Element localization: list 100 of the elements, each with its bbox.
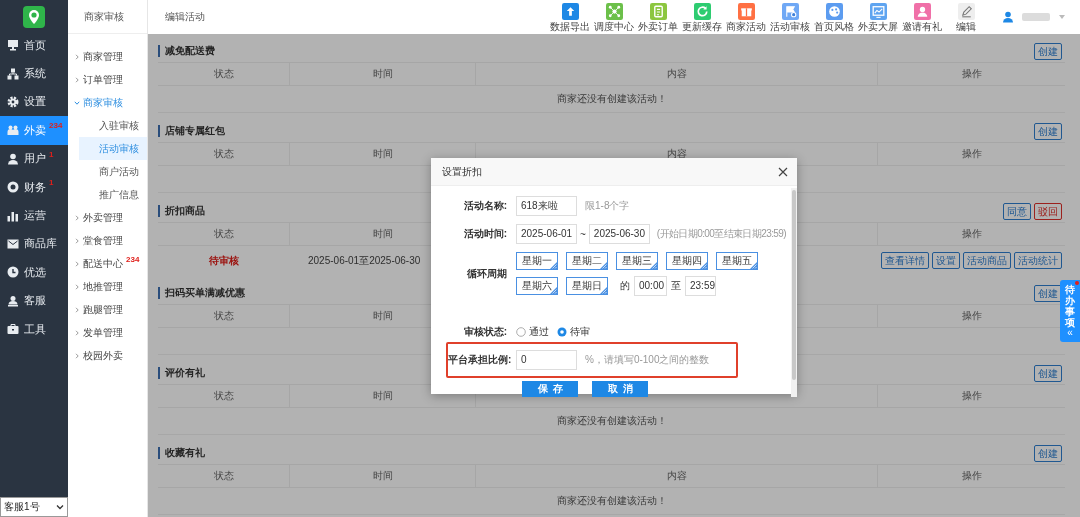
weekday-toggle[interactable]: 星期二 [566,252,608,270]
reject-button[interactable]: 驳回 [1034,202,1062,220]
column-header: 操作 [961,227,982,241]
section-title: 折扣商品 [158,205,205,217]
page-title: 编辑活动 [165,10,205,24]
menu-item[interactable]: 商家管理 [68,45,147,68]
menu-item[interactable]: 堂食管理 [68,229,147,252]
menu-item[interactable]: 地推管理 [68,275,147,298]
status-text: 待审核 [209,253,239,268]
action-button[interactable]: 创建 [1034,364,1062,382]
submenu-item[interactable]: 入驻审核 [79,114,147,137]
toolbar-button[interactable]: 更新缓存 [680,2,724,32]
people-icon [7,124,19,137]
range-separator: ~ [580,228,586,240]
submenu-item[interactable]: 商户活动 [79,160,147,183]
caret-icon [1058,14,1066,20]
sidebar-item[interactable]: 用户 1 [0,144,68,173]
settings-icon [7,95,19,108]
chevron-icon [74,53,80,60]
redacted-username [1022,13,1050,21]
action-button[interactable]: 查看详情 [881,252,929,269]
mail-icon [7,237,19,250]
weekday-toggle[interactable]: 星期一 [516,252,558,270]
menu-item[interactable]: 跑腿管理 [68,298,147,321]
chevron-icon [74,237,80,244]
toolbar-button[interactable]: 活动审核 [768,2,812,32]
menu-item[interactable]: 发单管理 [68,321,147,344]
input-field[interactable]: 00:00 [634,276,667,296]
action-button[interactable]: 活动统计 [1014,252,1062,269]
input-field[interactable]: 618来啦 [516,196,577,216]
account-select[interactable]: 客服1号 [0,497,68,517]
chevron-icon [74,260,80,267]
menu-item[interactable]: 配送中心 234 [68,252,147,275]
column-header: 操作 [961,469,982,483]
sidebar-item[interactable]: 客服 [0,286,68,315]
field-label: 平台承担比例: [448,353,513,367]
chevron-icon [74,352,80,359]
weekday-toggle[interactable]: 星期日 [566,277,608,295]
weekday-toggle[interactable]: 星期三 [616,252,658,270]
sidebar-item[interactable]: 优选 [0,258,68,287]
action-button[interactable]: 创建 [1034,122,1062,140]
menu-item[interactable]: 商家审核 [68,91,147,114]
chevron-icon [74,306,80,313]
menu-item[interactable]: 外卖管理 [68,206,147,229]
sidebar-item[interactable]: 财务 1 [0,172,68,202]
weekday-toggle[interactable]: 星期五 [716,252,758,270]
column-header: 内容 [666,469,687,483]
toolbar-button[interactable]: 外卖大屏 [856,2,900,32]
user-icon [7,294,19,307]
sidebar-item[interactable]: 运营 [0,201,68,230]
input-field[interactable]: 0 [516,350,577,370]
toolbar-button[interactable]: 数据导出 [548,2,592,32]
coin-icon [7,181,19,194]
scrollbar[interactable] [791,188,797,397]
column-header: 时间 [372,309,393,323]
sidebar-item[interactable]: 商品库 [0,229,68,259]
hint-text: 限1-8个字 [585,199,630,213]
toolbar-button[interactable]: 首页风格 [812,2,856,32]
action-button[interactable]: 设置 [932,252,960,269]
section-title: 减免配送费 [158,45,215,57]
toolbar-button[interactable]: 调度中心 [592,2,636,32]
action-button[interactable]: 创建 [1034,284,1062,302]
toolbar-button[interactable]: 商家活动 [724,2,768,32]
sidebar-item[interactable]: 设置 [0,87,68,117]
connector-text: 至 [671,279,681,293]
menu-item[interactable]: 订单管理 [68,68,147,91]
radio-option[interactable]: 待审 [557,325,590,339]
column-header: 状态 [213,309,234,323]
toolbar-button[interactable]: 编辑 [944,2,988,32]
sidebar-item[interactable]: 首页 [0,31,68,60]
section-title: 店铺专属红包 [158,125,225,137]
weekday-toggle[interactable]: 星期四 [666,252,708,270]
weekday-toggle[interactable]: 星期六 [516,277,558,295]
input-field[interactable]: 2025-06-01 [516,224,577,244]
input-field[interactable]: 2025-06-30 [588,224,650,244]
notification-dot [1075,281,1079,285]
action-button[interactable]: 活动商品 [963,252,1011,269]
save-button[interactable]: 保存 [522,381,578,397]
column-header: 操作 [961,67,982,81]
sidebar-item[interactable]: 系统 [0,59,68,88]
menu-item[interactable]: 校园外卖 [68,344,147,367]
toolbar-button[interactable]: 邀请有礼 [900,2,944,32]
toolbar-button[interactable]: 外卖订单 [636,2,680,32]
column-header: 操作 [961,147,982,161]
submenu-item[interactable]: 推广信息 [79,183,147,206]
column-header: 内容 [666,67,687,81]
cancel-button[interactable]: 取消 [592,381,648,397]
action-button[interactable]: 同意 [1003,202,1031,220]
hint-text: (开始日期0:00至结束日期23:59) [656,227,786,241]
input-field[interactable]: 23:59 [685,276,716,296]
briefcase-icon [7,323,19,336]
action-button[interactable]: 创建 [1034,444,1062,462]
column-header: 内容 [666,147,687,161]
column-header: 时间 [372,67,393,81]
action-button[interactable]: 创建 [1034,42,1062,60]
sidebar-item[interactable]: 工具 [0,314,68,344]
radio-option[interactable]: 通过 [516,325,549,339]
chevron-icon [74,329,80,336]
close-icon[interactable] [778,166,788,177]
user-icon [7,152,19,165]
